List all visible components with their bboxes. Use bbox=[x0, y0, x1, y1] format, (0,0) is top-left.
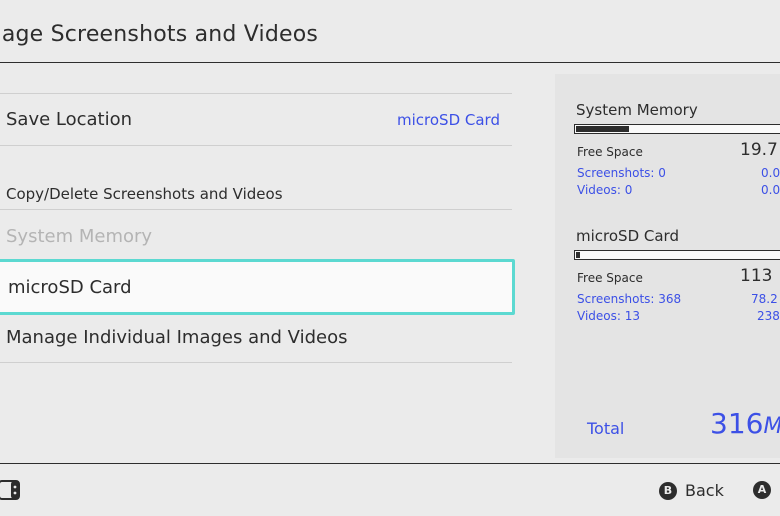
microsd-card-item-label: microSD Card bbox=[8, 277, 132, 298]
system-memory-title: System Memory bbox=[576, 101, 698, 119]
divider bbox=[0, 209, 512, 210]
microsd-screenshots-value: 78.2 bbox=[751, 292, 778, 306]
a-button[interactable]: A bbox=[753, 481, 779, 499]
divider bbox=[0, 362, 512, 363]
divider bbox=[0, 145, 512, 146]
total-value: 316M bbox=[710, 407, 780, 440]
save-location-value[interactable]: microSD Card bbox=[397, 111, 500, 129]
system-videos-value: 0.0 bbox=[761, 183, 780, 197]
save-location-label[interactable]: Save Location bbox=[6, 109, 132, 130]
footer-divider bbox=[0, 463, 780, 464]
copy-delete-section-header: Copy/Delete Screenshots and Videos bbox=[6, 185, 283, 203]
system-memory-usage-bar bbox=[574, 124, 780, 134]
b-button-icon: B bbox=[659, 481, 677, 500]
system-videos-label: Videos: 0 bbox=[577, 183, 633, 197]
microsd-usage-fill bbox=[576, 252, 580, 258]
back-button[interactable]: B Back bbox=[659, 481, 724, 500]
total-unit: M bbox=[763, 414, 780, 439]
total-number: 316 bbox=[710, 407, 764, 440]
microsd-usage-bar bbox=[574, 250, 780, 260]
joy-con-controller-icon bbox=[0, 480, 20, 504]
header-bar: anage Screenshots and Videos bbox=[0, 0, 780, 63]
system-free-space-value: 19.7 bbox=[740, 140, 778, 160]
system-free-space-label: Free Space bbox=[577, 145, 643, 159]
microsd-free-space-label: Free Space bbox=[577, 271, 643, 285]
system-memory-item: System Memory bbox=[6, 226, 153, 247]
page-title: anage Screenshots and Videos bbox=[0, 22, 319, 47]
manage-individual-images-item[interactable]: Manage Individual Images and Videos bbox=[6, 327, 347, 348]
a-button-icon: A bbox=[753, 481, 771, 499]
microsd-free-space-value: 113 bbox=[740, 266, 773, 286]
system-screenshots-label: Screenshots: 0 bbox=[577, 166, 666, 180]
back-button-label: Back bbox=[685, 481, 724, 500]
microsd-title: microSD Card bbox=[576, 227, 679, 245]
system-screenshots-value: 0.0 bbox=[761, 166, 780, 180]
total-label: Total bbox=[587, 419, 625, 438]
microsd-videos-value: 238 bbox=[757, 309, 780, 323]
microsd-card-item[interactable]: microSD Card bbox=[0, 259, 515, 315]
microsd-screenshots-label: Screenshots: 368 bbox=[577, 292, 682, 306]
microsd-videos-label: Videos: 13 bbox=[577, 309, 640, 323]
divider bbox=[0, 93, 512, 94]
system-memory-usage-fill bbox=[576, 126, 629, 132]
storage-info-panel: System Memory Free Space 19.7 Screenshot… bbox=[555, 74, 780, 458]
